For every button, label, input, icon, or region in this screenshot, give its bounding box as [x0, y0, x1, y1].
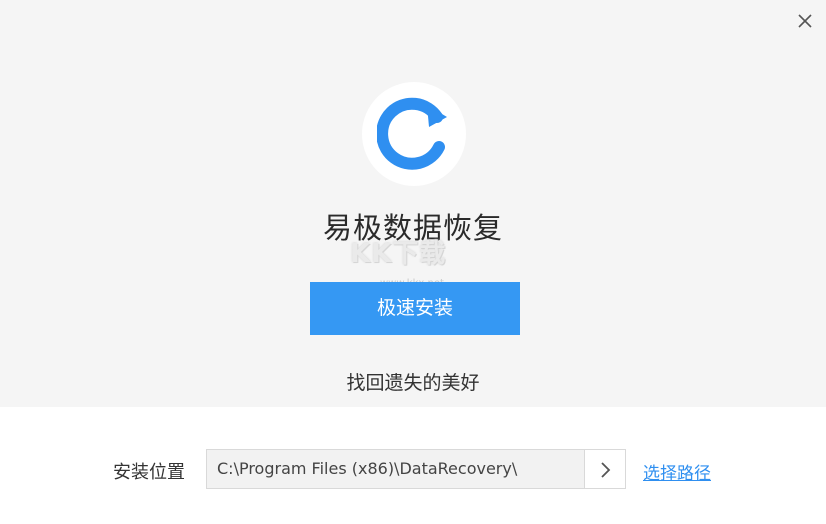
slogan: 找回遗失的美好 — [346, 372, 480, 394]
watermark: KK下载 www.kkx.net — [350, 239, 480, 289]
browse-path-button[interactable] — [584, 449, 626, 489]
chevron-right-icon — [601, 462, 611, 478]
data-recovery-logo-icon — [377, 97, 447, 170]
watermark-text: KK下载 — [350, 239, 447, 269]
app-logo — [362, 82, 466, 186]
quick-install-button[interactable]: 极速安装 — [310, 282, 520, 335]
top-panel: 易极数据恢复 KK下载 www.kkx.net 极速安装 找回遗失的美好 — [0, 0, 826, 407]
close-icon[interactable] — [794, 10, 816, 32]
choose-path-link[interactable]: 选择路径 — [643, 459, 711, 484]
install-location-label: 安装位置 — [113, 462, 185, 483]
close-button[interactable] — [794, 10, 816, 32]
install-path-field[interactable]: C:\Program Files (x86)\DataRecovery\ — [206, 449, 584, 489]
